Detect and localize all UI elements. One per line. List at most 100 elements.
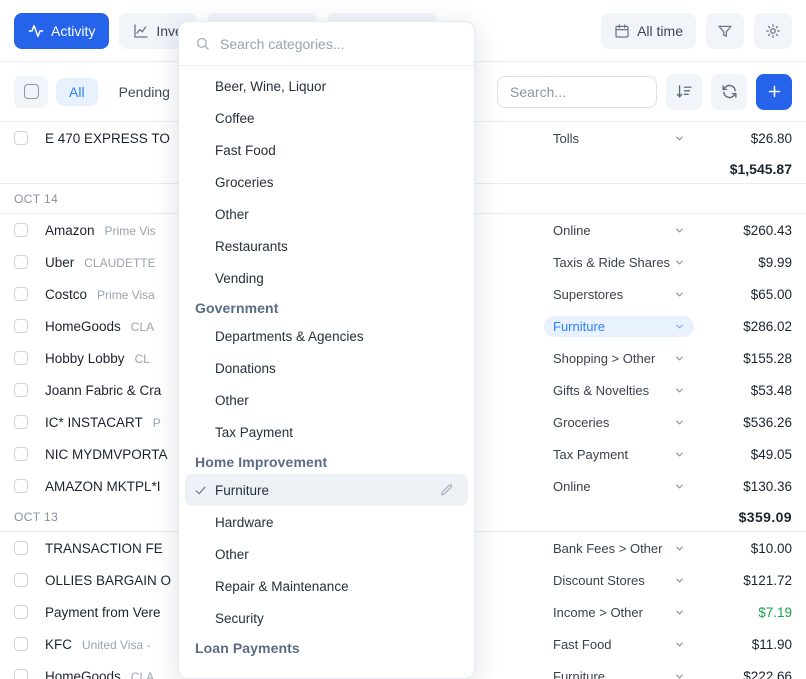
account-label: Prime Vis <box>104 223 156 238</box>
category-option[interactable]: Donations <box>185 352 468 384</box>
tab-activity[interactable]: Activity <box>14 12 110 49</box>
select-all-button[interactable] <box>14 75 48 108</box>
amount-cell: $49.05 <box>750 446 792 462</box>
category-option-label: Fast Food <box>215 142 276 158</box>
category-chip[interactable]: Income > Other <box>544 602 694 623</box>
refresh-button[interactable] <box>711 73 747 110</box>
category-chip[interactable]: Taxis & Ride Shares <box>544 252 694 273</box>
filter-tab-all[interactable]: All <box>56 77 98 106</box>
category-option[interactable]: Security <box>185 602 468 634</box>
category-option[interactable]: Hardware <box>185 506 468 538</box>
filter-tab-pending-label: Pending <box>118 83 170 100</box>
row-checkbox[interactable] <box>14 223 28 237</box>
category-chip[interactable]: Superstores <box>544 284 694 305</box>
category-chip[interactable]: Gifts & Novelties <box>544 380 694 401</box>
category-chip[interactable]: Tax Payment <box>544 444 694 465</box>
row-checkbox[interactable] <box>14 479 28 493</box>
category-option[interactable]: Repair & Maintenance <box>185 570 468 602</box>
sort-button[interactable] <box>666 73 702 110</box>
amount-cell: $26.80 <box>750 130 792 146</box>
category-option[interactable]: Restaurants <box>185 230 468 262</box>
category-chip[interactable]: Fast Food <box>544 634 694 655</box>
date-label: OCT 13 <box>14 509 59 524</box>
row-checkbox[interactable] <box>14 573 28 587</box>
merchant-name: AMAZON MKTPL*I <box>45 478 161 494</box>
row-checkbox[interactable] <box>14 605 28 619</box>
calendar-icon <box>614 23 630 39</box>
category-chip[interactable]: Online <box>544 476 694 497</box>
category-chip[interactable]: Bank Fees > Other <box>544 538 694 559</box>
chevron-down-icon <box>674 321 685 332</box>
filter-tab-pending[interactable]: Pending <box>106 78 183 106</box>
category-option[interactable]: Other <box>185 198 468 230</box>
category-option[interactable]: Tax Payment <box>185 416 468 448</box>
row-checkbox[interactable] <box>14 319 28 333</box>
category-group-header: Loan Payments <box>195 640 300 656</box>
category-option-label: Departments & Agencies <box>215 328 364 344</box>
date-label: OCT 14 <box>14 191 59 206</box>
pencil-icon[interactable] <box>439 483 454 498</box>
row-checkbox[interactable] <box>14 255 28 269</box>
category-chip[interactable]: Online <box>544 220 694 241</box>
category-option[interactable]: Coffee <box>185 102 468 134</box>
category-label: Discount Stores <box>553 572 645 588</box>
category-option[interactable]: Groceries <box>185 166 468 198</box>
category-option[interactable]: Departments & Agencies <box>185 320 468 352</box>
category-option-label: Other <box>215 546 249 562</box>
account-label: CL <box>134 351 150 366</box>
activity-icon <box>28 23 44 39</box>
search-input[interactable] <box>497 75 657 108</box>
category-label: Bank Fees > Other <box>553 540 663 556</box>
category-option-label: Beer, Wine, Liquor <box>215 78 327 94</box>
category-chip[interactable]: Furniture <box>544 315 694 337</box>
row-checkbox[interactable] <box>14 541 28 555</box>
category-chip[interactable]: Discount Stores <box>544 570 694 591</box>
category-option[interactable]: Furniture <box>185 474 468 506</box>
chevron-down-icon <box>674 607 685 618</box>
category-option-label: Furniture <box>215 482 270 498</box>
merchant-name: Costco <box>45 286 88 302</box>
category-option[interactable]: Other <box>185 384 468 416</box>
category-option[interactable]: Vending <box>185 262 468 294</box>
merchant-name: KFC <box>45 636 72 652</box>
category-option-label: Groceries <box>215 174 274 190</box>
merchant-name: OLLIES BARGAIN O <box>45 572 172 588</box>
category-option[interactable]: Fast Food <box>185 134 468 166</box>
category-label: Online <box>553 478 591 494</box>
amount-cell: $11.90 <box>751 636 792 652</box>
account-label: CLA <box>130 319 155 334</box>
chevron-down-icon <box>674 289 685 300</box>
row-checkbox[interactable] <box>14 415 28 429</box>
date-range-button[interactable]: All time <box>601 12 696 49</box>
settings-button[interactable] <box>754 12 792 49</box>
category-chip[interactable]: Furniture <box>544 666 694 679</box>
category-chip[interactable]: Shopping > Other <box>544 348 694 369</box>
row-checkbox[interactable] <box>14 669 28 679</box>
category-label: Online <box>553 222 591 238</box>
chevron-down-icon <box>674 257 685 268</box>
row-checkbox[interactable] <box>14 383 28 397</box>
category-label: Tax Payment <box>553 446 629 462</box>
account-label: P <box>152 415 161 430</box>
row-checkbox[interactable] <box>14 287 28 301</box>
row-checkbox[interactable] <box>14 637 28 651</box>
row-checkbox[interactable] <box>14 447 28 461</box>
filter-button[interactable] <box>706 12 744 49</box>
category-group-header: Government <box>195 300 279 316</box>
add-transaction-button[interactable] <box>756 73 792 110</box>
search-area <box>497 73 792 110</box>
category-label: Fast Food <box>553 636 612 652</box>
category-option[interactable]: Beer, Wine, Liquor <box>185 70 468 102</box>
category-list: Beer, Wine, Liquor Coffee Fast Food Groceri… <box>179 66 474 678</box>
category-label: Taxis & Ride Shares <box>553 254 671 270</box>
merchant-name: HomeGoods <box>45 318 121 334</box>
check-icon <box>185 484 215 497</box>
category-chip[interactable]: Tolls <box>544 128 694 149</box>
category-search-input[interactable] <box>220 35 458 52</box>
date-group-total: $359.09 <box>738 508 792 525</box>
row-checkbox[interactable] <box>14 131 28 145</box>
chevron-down-icon <box>674 671 685 679</box>
category-chip[interactable]: Groceries <box>544 412 694 433</box>
category-option[interactable]: Other <box>185 538 468 570</box>
row-checkbox[interactable] <box>14 351 28 365</box>
